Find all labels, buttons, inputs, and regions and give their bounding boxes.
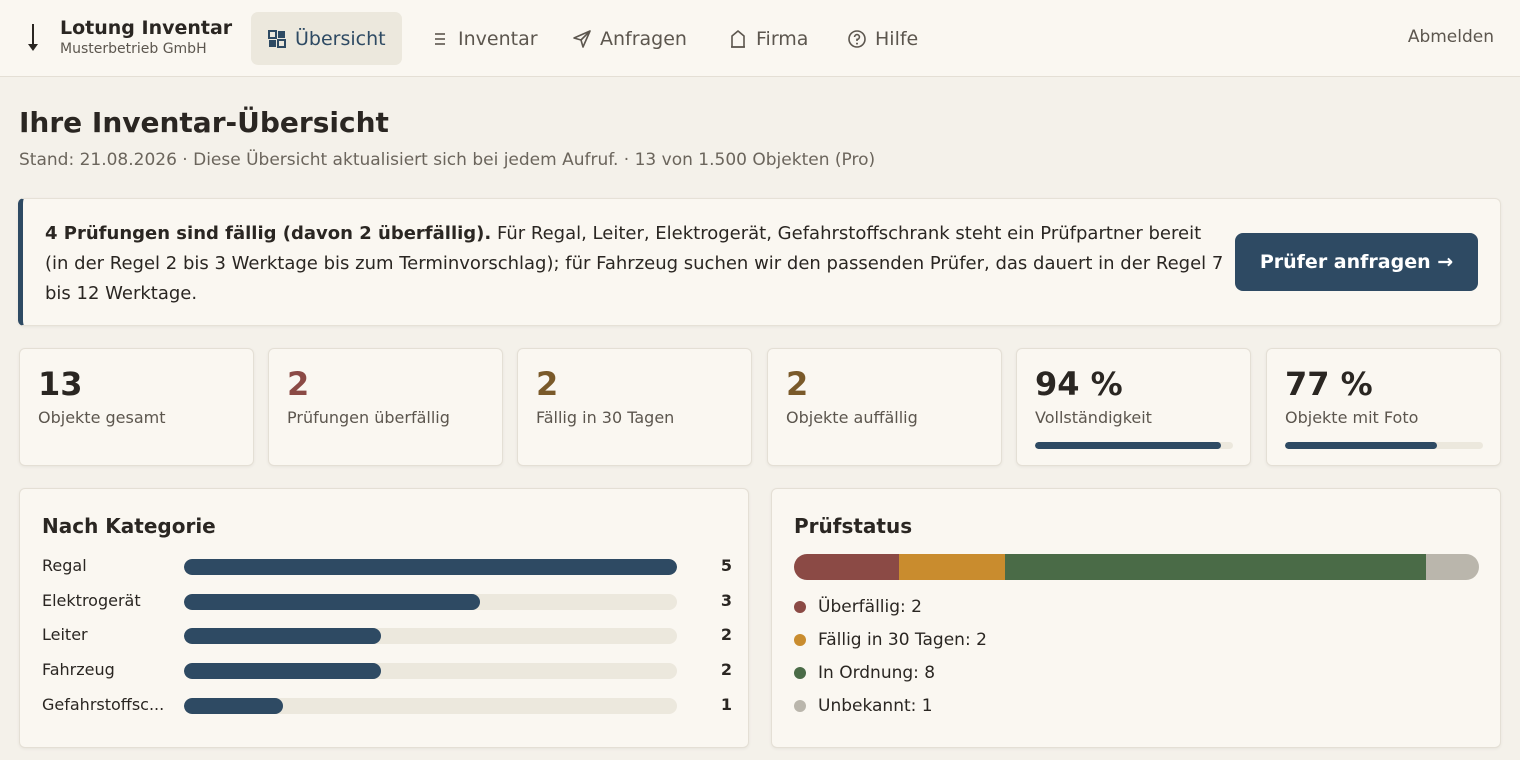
- legend-label: In Ordnung: 8: [818, 663, 936, 683]
- legend-dot: [794, 700, 806, 712]
- legend-item-due-soon: Fällig in 30 Tagen: 2: [794, 630, 987, 650]
- logo-arrow-icon: [28, 24, 38, 51]
- category-count: 5: [720, 556, 732, 575]
- nav-label: Anfragen: [600, 27, 687, 50]
- category-label: Fahrzeug: [42, 660, 115, 679]
- brand-subtitle: Musterbetrieb GmbH: [60, 41, 207, 57]
- legend-label: Unbekannt: 1: [818, 696, 933, 716]
- stat-card-abnormal: 2 Objekte auffällig: [767, 348, 1002, 466]
- nav-item-firma[interactable]: Firma: [712, 12, 824, 65]
- category-row: Gefahrstoffsc... 1: [42, 695, 732, 715]
- category-row: Elektrogerät 3: [42, 591, 732, 611]
- category-count: 2: [720, 660, 732, 679]
- legend-dot: [794, 601, 806, 613]
- due-inspections-alert: 4 Prüfungen sind fällig (davon 2 überfäl…: [18, 198, 1501, 326]
- category-label: Gefahrstoffsc...: [42, 695, 165, 714]
- category-bar-track: [184, 559, 677, 575]
- stat-card-photo-coverage: 77 % Objekte mit Foto: [1266, 348, 1501, 466]
- stat-value: 2: [786, 365, 809, 403]
- stat-label: Objekte gesamt: [38, 408, 166, 427]
- nav-label: Firma: [756, 27, 809, 50]
- top-navigation-bar: Lotung Inventar Musterbetrieb GmbH Übers…: [0, 0, 1520, 77]
- legend-label: Überfällig: 2: [818, 597, 922, 617]
- page-title: Ihre Inventar-Übersicht: [19, 106, 389, 139]
- stat-label: Objekte mit Foto: [1285, 408, 1419, 427]
- stat-value: 94 %: [1035, 365, 1123, 403]
- help-icon: [848, 29, 866, 48]
- grid-icon: [268, 29, 286, 48]
- category-label: Regal: [42, 556, 87, 575]
- category-row: Leiter 2: [42, 625, 732, 645]
- category-count: 1: [720, 695, 732, 714]
- nav-label: Inventar: [458, 27, 538, 50]
- status-segment: [1004, 554, 1427, 580]
- page-subtitle: Stand: 21.08.2026 · Diese Übersicht aktu…: [19, 150, 876, 170]
- progress-track: [1285, 442, 1483, 449]
- stat-value: 2: [287, 365, 310, 403]
- progress-track: [1035, 442, 1233, 449]
- legend-item-ok: In Ordnung: 8: [794, 663, 935, 683]
- legend-dot: [794, 634, 806, 646]
- logout-link[interactable]: Abmelden: [1408, 27, 1494, 47]
- legend-item-overdue: Überfällig: 2: [794, 597, 922, 617]
- category-bar: [184, 698, 283, 714]
- status-segment: [794, 554, 900, 580]
- category-label: Elektrogerät: [42, 591, 141, 610]
- category-bar: [184, 663, 382, 679]
- stat-card-overdue: 2 Prüfungen überfällig: [268, 348, 503, 466]
- category-bar: [184, 594, 480, 610]
- status-segment: [1426, 554, 1479, 580]
- category-bar-track: [184, 698, 677, 714]
- status-stacked-bar: [794, 554, 1479, 580]
- category-bar-track: [184, 628, 677, 644]
- legend-dot: [794, 667, 806, 679]
- progress-fill: [1285, 442, 1438, 449]
- category-bar-track: [184, 663, 677, 679]
- category-bar-track: [184, 594, 677, 610]
- stat-label: Fällig in 30 Tagen: [536, 408, 675, 427]
- alert-message: 4 Prüfungen sind fällig (davon 2 überfäl…: [45, 219, 1225, 309]
- stat-card-due-30-days: 2 Fällig in 30 Tagen: [517, 348, 752, 466]
- nav-item-hilfe[interactable]: Hilfe: [831, 12, 934, 65]
- category-count: 3: [720, 591, 732, 610]
- stat-label: Objekte auffällig: [786, 408, 918, 427]
- nav-item-inventar[interactable]: Inventar: [414, 12, 554, 65]
- stat-card-objects-total: 13 Objekte gesamt: [19, 348, 254, 466]
- request-inspector-button[interactable]: Prüfer anfragen →: [1235, 233, 1478, 291]
- stat-value: 2: [536, 365, 559, 403]
- nav-label: Hilfe: [875, 27, 919, 50]
- inspection-status-panel: Prüfstatus Überfällig: 2 Fällig in 30 Ta…: [771, 488, 1501, 748]
- nav-item-uebersicht[interactable]: Übersicht: [251, 12, 402, 65]
- brand-title: Lotung Inventar: [60, 17, 233, 39]
- category-count: 2: [720, 625, 732, 644]
- stat-card-completeness: 94 % Vollständigkeit: [1016, 348, 1251, 466]
- stat-label: Prüfungen überfällig: [287, 408, 450, 427]
- legend-item-unknown: Unbekannt: 1: [794, 696, 933, 716]
- legend-label: Fällig in 30 Tagen: 2: [818, 630, 987, 650]
- list-icon: [435, 32, 445, 45]
- category-row: Fahrzeug 2: [42, 660, 732, 680]
- alert-strong-text: 4 Prüfungen sind fällig (davon 2 überfäl…: [45, 223, 492, 244]
- stat-label: Vollständigkeit: [1035, 408, 1152, 427]
- panel-title: Prüfstatus: [794, 514, 913, 538]
- stat-value: 77 %: [1285, 365, 1373, 403]
- stat-value: 13: [38, 365, 83, 403]
- status-segment: [899, 554, 1005, 580]
- category-bar: [184, 559, 677, 575]
- category-label: Leiter: [42, 625, 88, 644]
- send-icon: [573, 29, 591, 48]
- nav-label: Übersicht: [295, 27, 386, 50]
- category-panel: Nach Kategorie Regal 5 Elektrogerät 3 Le…: [19, 488, 749, 748]
- progress-fill: [1035, 442, 1222, 449]
- category-row: Regal 5: [42, 556, 732, 576]
- nav-item-anfragen[interactable]: Anfragen: [556, 12, 703, 65]
- panel-title: Nach Kategorie: [42, 514, 216, 538]
- building-icon: [731, 29, 745, 48]
- category-bar: [184, 628, 382, 644]
